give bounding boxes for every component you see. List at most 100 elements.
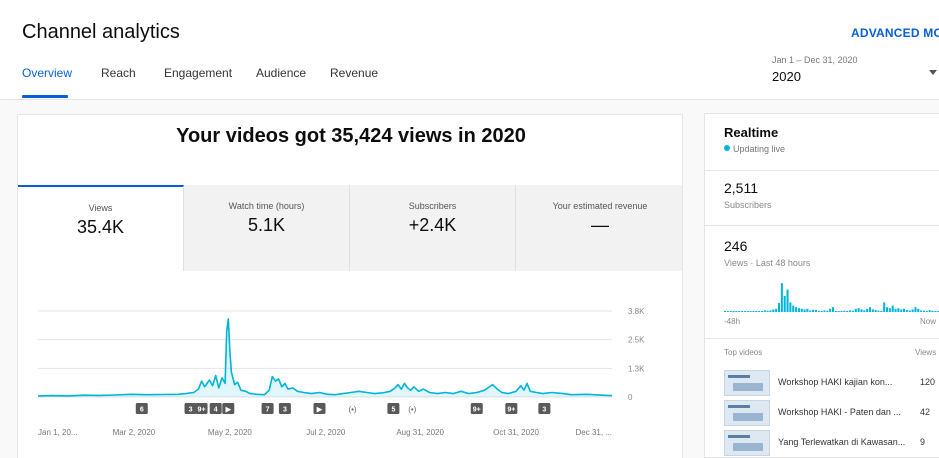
divider (705, 170, 939, 171)
marker-label: 9+ (198, 407, 206, 414)
realtime-bar (738, 311, 741, 312)
realtime-bar (917, 308, 920, 312)
realtime-bar (931, 310, 934, 312)
youtube-studio-page: Channel analytics ADVANCED MODE Overview… (0, 0, 939, 458)
video-views: 42 (920, 407, 931, 417)
realtime-bar (868, 307, 871, 312)
realtime-bar (783, 296, 786, 312)
metric-value: 5.1K (247, 215, 286, 235)
realtime-bar (749, 311, 752, 312)
realtime-bar (755, 311, 758, 312)
video-publish-marker[interactable]: (•) (348, 405, 356, 414)
realtime-bar (934, 311, 937, 312)
date-range-picker[interactable]: Jan 1 – Dec 31, 2020 2020 (772, 55, 939, 91)
realtime-bar (905, 310, 908, 312)
realtime-bar (820, 311, 823, 312)
video-views: 9 (920, 437, 926, 447)
video-publish-marker[interactable]: 4 (209, 403, 222, 414)
video-publish-marker[interactable]: ▶ (313, 403, 326, 414)
marker-label: 6 (140, 407, 144, 414)
metric-label: Watch time (hours) (228, 201, 305, 211)
divider (705, 338, 939, 339)
realtime-bar (789, 302, 792, 312)
tab-reach[interactable]: Reach (101, 66, 136, 80)
marker-label: 7 (266, 407, 270, 414)
live-dot-icon (724, 145, 730, 151)
advanced-mode-button[interactable]: ADVANCED MODE (851, 26, 939, 40)
metric-card-watch-time[interactable]: Watch time (hours) 5.1K (184, 185, 350, 271)
video-publish-marker[interactable]: 3 (538, 403, 551, 414)
analytics-header: Channel analytics ADVANCED MODE Overview… (0, 0, 939, 100)
realtime-bar (888, 308, 891, 312)
divider (705, 225, 939, 226)
video-publish-marker[interactable]: 3 (184, 403, 197, 414)
metric-label: Views (88, 203, 113, 213)
realtime-bar (849, 310, 852, 312)
video-publish-marker[interactable]: 9+ (470, 403, 483, 414)
realtime-bar (814, 310, 817, 312)
realtime-bar (854, 308, 857, 312)
metric-card-revenue[interactable]: Your estimated revenue — (516, 185, 682, 271)
realtime-bar (775, 308, 778, 312)
realtime-bar (866, 308, 869, 312)
realtime-bar (903, 308, 906, 312)
video-publish-marker[interactable]: 9+ (195, 403, 208, 414)
date-range-label: Jan 1 – Dec 31, 2020 (772, 55, 858, 65)
realtime-bar (803, 309, 806, 312)
realtime-subscribers-label: Subscribers (724, 200, 772, 210)
realtime-bar (806, 308, 809, 312)
realtime-bar (763, 310, 766, 312)
page-title: Channel analytics (22, 21, 180, 43)
x-tick-label: May 2, 2020 (208, 428, 253, 437)
video-title: Workshop HAKI - Paten dan ... (778, 407, 901, 417)
realtime-bar (823, 310, 826, 312)
y-tick-label: 3.8K (628, 307, 645, 316)
video-title: Yang Terlewatkan di Kawasan... (778, 437, 906, 447)
realtime-bar (726, 311, 729, 312)
realtime-bar (851, 310, 854, 312)
video-publish-marker[interactable]: 9+ (505, 403, 518, 414)
x-tick-label: Oct 31, 2020 (493, 428, 539, 437)
realtime-bar (925, 311, 928, 312)
metric-card-subscribers[interactable]: Subscribers +2.4K (350, 185, 516, 271)
realtime-card: Realtime Updating live 2,511 Subscribers… (704, 113, 939, 458)
video-publish-marker[interactable]: 5 (387, 403, 400, 414)
marker-label: 9+ (507, 407, 515, 414)
marker-label: 4 (214, 407, 218, 414)
top-video-row[interactable]: Workshop HAKI - Paten dan ... 42 (724, 400, 939, 426)
realtime-bar (752, 311, 755, 312)
realtime-bar (797, 308, 800, 312)
realtime-bar (874, 310, 877, 312)
video-publish-marker[interactable]: 6 (135, 403, 148, 414)
realtime-bar (894, 308, 897, 312)
marker-label: 3 (283, 407, 287, 414)
top-video-row[interactable]: Workshop HAKI kajian kon... 120 (724, 370, 939, 396)
x-tick-label: Mar 2, 2020 (113, 428, 156, 437)
y-tick-label: 1.3K (628, 364, 645, 373)
realtime-bar (911, 309, 914, 312)
x-tick-label: Jan 1, 20... (38, 428, 78, 437)
video-publish-marker[interactable]: ▶ (222, 403, 235, 414)
tab-engagement[interactable]: Engagement (164, 66, 232, 80)
realtime-bar (786, 289, 789, 312)
marker-label: ▶ (225, 407, 232, 414)
realtime-axis-start: -48h (724, 317, 741, 326)
metric-card-views[interactable]: Views 35.4K (18, 185, 184, 271)
realtime-views-label: Views · Last 48 hours (724, 258, 811, 268)
tab-audience[interactable]: Audience (256, 66, 306, 80)
tab-overview[interactable]: Overview (22, 66, 72, 80)
marker-label: 9+ (473, 407, 481, 414)
top-video-row[interactable]: Yang Terlewatkan di Kawasan... 9 (724, 430, 939, 456)
realtime-bar (760, 311, 763, 312)
realtime-bar (928, 310, 931, 312)
video-publish-marker[interactable]: 7 (261, 403, 274, 414)
overview-headline: Your videos got 35,424 views in 2020 (176, 125, 526, 147)
video-thumbnail (724, 370, 770, 396)
realtime-bar (846, 311, 849, 312)
realtime-bar (766, 310, 769, 312)
video-publish-marker[interactable]: 3 (278, 403, 291, 414)
video-publish-marker[interactable]: (•) (408, 405, 416, 414)
caret-down-icon (929, 70, 937, 75)
tab-revenue[interactable]: Revenue (330, 66, 378, 80)
metric-label: Subscribers (408, 201, 457, 211)
